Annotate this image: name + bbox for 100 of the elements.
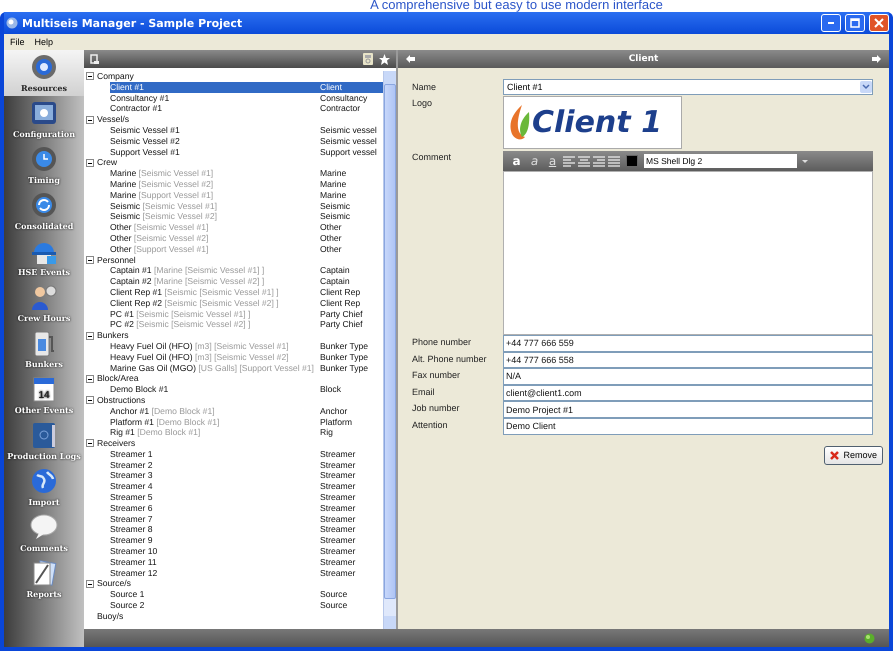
expand-toggle[interactable] bbox=[86, 374, 94, 383]
tree-item[interactable]: PC #1 [Seismic [Seismic Vessel #1] ] bbox=[110, 308, 318, 320]
tree-item[interactable]: Support Vessel #1 bbox=[110, 146, 318, 158]
tree-item[interactable]: Streamer 10 bbox=[110, 546, 318, 557]
align-left-icon[interactable] bbox=[563, 155, 575, 167]
tree-item[interactable]: Other [Seismic Vessel #2] bbox=[110, 232, 318, 244]
sidebar-item[interactable]: 14 Other Events bbox=[4, 372, 84, 418]
copy-icon[interactable] bbox=[90, 54, 100, 64]
expand-toggle[interactable] bbox=[86, 158, 94, 167]
tree-item[interactable]: Platform #1 [Demo Block #1] bbox=[110, 416, 318, 428]
tree-group[interactable]: Block/Area bbox=[97, 373, 139, 384]
tree-item[interactable]: Streamer 9 bbox=[110, 535, 318, 546]
expand-toggle[interactable] bbox=[86, 256, 94, 264]
tree-item[interactable]: Heavy Fuel Oil (HFO) [m3] [Seismic Vessel #1] bbox=[110, 340, 318, 352]
font-dropdown[interactable]: MS Shell Dlg 2 bbox=[644, 154, 797, 168]
tree-item[interactable]: Contractor #1 bbox=[110, 103, 318, 114]
sidebar-item[interactable]: Consolidated bbox=[4, 188, 84, 234]
sidebar-item[interactable]: Configuration bbox=[4, 96, 84, 142]
tree-item[interactable]: Heavy Fuel Oil (HFO) [m3] [Seismic Vessel #2] bbox=[110, 352, 318, 363]
underline-button[interactable]: a bbox=[545, 153, 560, 169]
sidebar-item[interactable]: Crew Hours bbox=[4, 280, 84, 326]
star-icon[interactable] bbox=[379, 54, 390, 64]
tree-item[interactable]: Anchor #1 [Demo Block #1] bbox=[110, 406, 318, 416]
justify-icon[interactable] bbox=[608, 155, 620, 167]
input-field[interactable]: Demo Project #1 bbox=[503, 401, 873, 418]
menu-item[interactable]: File bbox=[10, 37, 25, 47]
right-arrow-icon[interactable] bbox=[872, 55, 881, 63]
tree-item[interactable]: Streamer 4 bbox=[110, 481, 318, 492]
tree-item[interactable]: PC #2 [Seismic [Seismic Vessel #2] ] bbox=[110, 319, 318, 330]
tree-item[interactable]: Streamer 5 bbox=[110, 492, 318, 503]
sidebar-item[interactable]: Resources bbox=[4, 50, 84, 96]
tree-group[interactable]: Vessel/s bbox=[97, 114, 130, 125]
align-right-icon[interactable] bbox=[593, 155, 605, 167]
tree-item[interactable]: Client Rep #1 [Seismic [Seismic Vessel #1] ] bbox=[110, 286, 318, 298]
tree-item[interactable]: Streamer 6 bbox=[110, 502, 318, 514]
tree-item[interactable]: Consultancy #1 bbox=[110, 92, 318, 104]
tree-item[interactable]: Captain #1 [Marine [Seismic Vessel #1] ] bbox=[110, 265, 318, 276]
tree-item[interactable]: Client #1 bbox=[110, 82, 318, 93]
sidebar-item[interactable]: HSE Events bbox=[4, 234, 84, 280]
input-field[interactable]: client@client1.com bbox=[503, 384, 873, 402]
item-type: Streamer bbox=[319, 492, 356, 503]
tree-item[interactable]: Streamer 12 bbox=[110, 568, 318, 578]
name-dropdown[interactable]: Client #1 bbox=[503, 79, 873, 95]
tree-item[interactable]: Other [Seismic Vessel #1] bbox=[110, 222, 318, 233]
input-field[interactable]: Demo Client bbox=[503, 418, 873, 435]
menu-item[interactable]: Help bbox=[34, 37, 54, 47]
tree-group[interactable]: Buoy/s bbox=[97, 610, 124, 622]
input-field[interactable]: +44 777 666 558 bbox=[503, 352, 873, 368]
input-field[interactable]: +44 777 666 559 bbox=[503, 335, 873, 352]
tree-item[interactable]: Source 2 bbox=[110, 600, 318, 611]
tree-group[interactable]: Personnel bbox=[97, 254, 136, 266]
maximize-button[interactable] bbox=[845, 14, 865, 32]
tree-item[interactable]: Marine [Support Vessel #1] bbox=[110, 190, 318, 201]
tree-item[interactable]: Streamer 7 bbox=[110, 514, 318, 524]
tree-item[interactable]: Streamer 2 bbox=[110, 460, 318, 470]
color-swatch[interactable] bbox=[626, 155, 638, 167]
tree-group[interactable]: Receivers bbox=[97, 438, 136, 449]
tree-item[interactable]: Demo Block #1 bbox=[110, 384, 318, 395]
tree-item[interactable]: Marine [Seismic Vessel #2] bbox=[110, 178, 318, 190]
tree-item[interactable]: Marine Gas Oil (MGO) [US Galls] [Support Vessel #1] bbox=[110, 362, 318, 374]
sidebar-item[interactable]: Production Logs bbox=[4, 418, 84, 464]
tree-group[interactable]: Company bbox=[97, 71, 134, 82]
tree-item[interactable]: Seismic [Seismic Vessel #1] bbox=[110, 200, 318, 212]
tree-item[interactable]: Source 1 bbox=[110, 589, 318, 600]
remove-button[interactable]: Remove bbox=[824, 446, 883, 465]
sidebar-item[interactable]: Timing bbox=[4, 142, 84, 188]
expand-toggle[interactable] bbox=[86, 580, 94, 588]
close-button[interactable] bbox=[869, 14, 889, 32]
tree-item[interactable]: Seismic Vessel #2 bbox=[110, 136, 318, 147]
sidebar-item[interactable]: Bunkers bbox=[4, 326, 84, 372]
tree-item[interactable]: Streamer 11 bbox=[110, 556, 318, 568]
tree-group[interactable]: Bunkers bbox=[97, 330, 129, 341]
expand-toggle[interactable] bbox=[86, 116, 94, 124]
minimize-button[interactable] bbox=[821, 14, 841, 32]
tree-item[interactable]: Rig #1 [Demo Block #1] bbox=[110, 427, 318, 438]
expand-toggle[interactable] bbox=[86, 396, 94, 404]
sidebar-item[interactable]: Comments bbox=[4, 510, 84, 556]
tree-item[interactable]: Other [Support Vessel #1] bbox=[110, 244, 318, 255]
left-arrow-icon[interactable] bbox=[406, 55, 415, 63]
tree-group[interactable]: Source/s bbox=[97, 578, 131, 590]
expand-toggle[interactable] bbox=[86, 72, 94, 80]
tree-item[interactable]: Marine [Seismic Vessel #1] bbox=[110, 168, 318, 179]
align-center-icon[interactable] bbox=[578, 155, 590, 167]
bold-button[interactable]: a bbox=[509, 153, 524, 169]
sidebar-item[interactable]: Import bbox=[4, 464, 84, 510]
tree-item[interactable]: Streamer 1 bbox=[110, 448, 318, 460]
tree-item[interactable]: Streamer 8 bbox=[110, 524, 318, 536]
tree-group[interactable]: Crew bbox=[97, 157, 118, 168]
expand-toggle[interactable] bbox=[86, 332, 94, 340]
tree-item[interactable]: Seismic [Seismic Vessel #2] bbox=[110, 211, 318, 222]
input-field[interactable]: N/A bbox=[503, 368, 873, 385]
expand-toggle[interactable] bbox=[86, 439, 94, 448]
tree-item[interactable]: Seismic Vessel #1 bbox=[110, 124, 318, 136]
tree-item[interactable]: Captain #2 [Marine [Seismic Vessel #2] ] bbox=[110, 276, 318, 287]
tree-group[interactable]: Obstructions bbox=[97, 394, 146, 406]
sidebar-item[interactable]: Reports bbox=[4, 556, 84, 602]
tree-item[interactable]: Streamer 3 bbox=[110, 470, 318, 482]
scrollbar[interactable] bbox=[383, 71, 396, 629]
tree-item[interactable]: Client Rep #2 [Seismic [Seismic Vessel #2] ] bbox=[110, 298, 318, 309]
italic-button[interactable]: a bbox=[527, 153, 542, 169]
